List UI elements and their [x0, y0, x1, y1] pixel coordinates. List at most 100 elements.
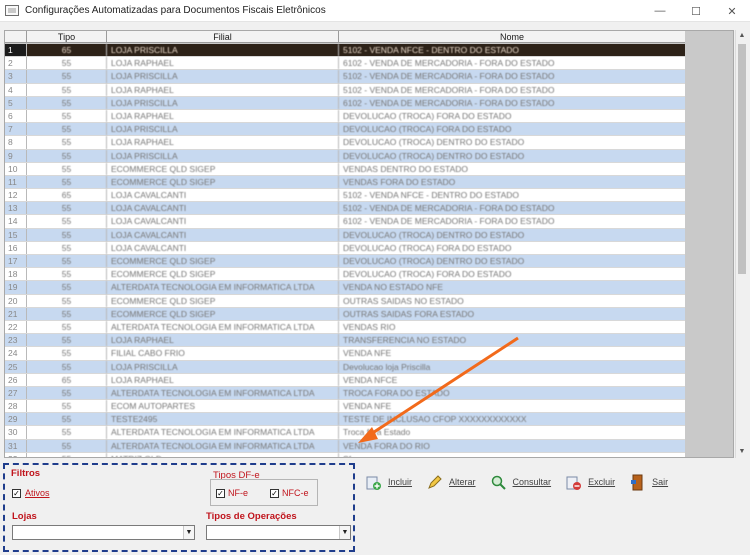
table-row[interactable]: 11 55 ECOMMERCE QLD SIGEP VENDAS FORA DO ES…: [5, 175, 685, 190]
minimize-button[interactable]: —: [642, 0, 678, 22]
row-number: 8: [5, 136, 27, 149]
column-header-nome[interactable]: Nome: [339, 31, 685, 42]
row-number: 27: [5, 386, 27, 400]
table-row[interactable]: 25 55 LOJA PRISCILLA Devolucao loja Priscil…: [5, 360, 685, 374]
chevron-down-icon[interactable]: ▼: [339, 526, 350, 539]
column-header-tipo[interactable]: Tipo: [27, 31, 107, 42]
scroll-up-icon[interactable]: ▲: [736, 30, 748, 42]
cell-filial: ECOMMERCE QLD SIGEP: [107, 255, 339, 268]
cell-nome: 5102 - VENDA DE MERCADORIA - FORA DO EST…: [343, 84, 555, 95]
nfe-checkbox[interactable]: ✓: [216, 489, 225, 498]
cell-nome: Devolucao loja Priscilla: [343, 361, 431, 372]
close-button[interactable]: ✕: [714, 0, 750, 22]
cell-nome: VENDA NFE: [343, 401, 392, 412]
table-row[interactable]: 19 55 ALTERDATA TECNOLOGIA EM INFORMATICA …: [5, 281, 685, 295]
lojas-select[interactable]: ▼: [12, 525, 195, 540]
consultar-button[interactable]: Consultar: [490, 470, 552, 494]
table-row[interactable]: 23 55 LOJA RAPHAEL TRANSFERENCIA NO ESTADO: [5, 334, 685, 348]
cell-tipo: 55: [27, 149, 107, 162]
row-number-header: [5, 31, 27, 42]
lojas-label: Lojas: [12, 511, 37, 522]
table-row[interactable]: 8 55 LOJA RAPHAEL DEVOLUCAO (TROCA) DENTRO …: [5, 136, 685, 150]
column-header-filial[interactable]: Filial: [107, 31, 339, 42]
table-row[interactable]: 14 55 LOJA CAVALCANTI 6102 - VENDA DE MERCA…: [5, 215, 685, 229]
chevron-down-icon[interactable]: ▼: [183, 526, 194, 539]
cell-filial: LOJA RAPHAEL: [107, 334, 339, 347]
table-row[interactable]: 29 55 TESTE2495 TESTE DE INCLUSAO CFOP XXXX…: [5, 413, 685, 427]
table-row[interactable]: 28 55 ECOM AUTOPARTES VENDA NFE: [5, 400, 685, 414]
cell-tipo: 55: [27, 241, 107, 254]
table-row[interactable]: 13 55 LOJA CAVALCANTI 5102 - VENDA DE MERCA…: [5, 202, 685, 216]
table-row[interactable]: 3 55 LOJA PRISCILLA 5102 - VENDA DE MERCADO…: [5, 70, 685, 84]
scroll-thumb[interactable]: [738, 44, 746, 274]
table-row[interactable]: 30 55 ALTERDATA TECNOLOGIA EM INFORMATICA …: [5, 426, 685, 440]
tipos-dfe-group: ✓ NF-e ✓ NFC-e: [210, 479, 318, 506]
table-row[interactable]: 22 55 ALTERDATA TECNOLOGIA EM INFORMATICA …: [5, 320, 685, 335]
row-number: 19: [5, 281, 27, 294]
table-row[interactable]: 27 55 ALTERDATA TECNOLOGIA EM INFORMATICA …: [5, 386, 685, 401]
table-row[interactable]: 10 55 ECOMMERCE QLD SIGEP VENDAS DENTRO DO …: [5, 162, 685, 176]
table-row[interactable]: 6 55 LOJA RAPHAEL DEVOLUCAO (TROCA) FORA DO…: [5, 109, 685, 124]
table-row[interactable]: 17 55 ECOMMERCE QLD SIGEP DEVOLUCAO (TROCA)…: [5, 255, 685, 269]
cell-tipo: 55: [27, 255, 107, 268]
cell-tipo: 55: [27, 70, 107, 83]
table-row[interactable]: 9 55 LOJA PRISCILLA DEVOLUCAO (TROCA) DENTR…: [5, 149, 685, 163]
cell-filial: LOJA PRISCILLA: [107, 96, 339, 109]
alterar-button[interactable]: Alterar: [426, 470, 476, 494]
row-number: 31: [5, 439, 27, 452]
table-row[interactable]: 21 55 ECOMMERCE QLD SIGEP OUTRAS SAIDAS FOR…: [5, 307, 685, 321]
cell-filial: LOJA PRISCILLA: [107, 149, 339, 162]
cell-tipo: 55: [27, 452, 107, 457]
row-number: 11: [5, 175, 27, 189]
cell-filial: ECOMMERCE QLD SIGEP: [107, 162, 339, 175]
excluir-button[interactable]: Excluir: [565, 470, 615, 494]
nfce-label[interactable]: NFC-e: [282, 488, 309, 498]
row-number: 17: [5, 255, 27, 268]
row-number: 16: [5, 241, 27, 254]
maximize-button[interactable]: ☐: [678, 0, 714, 22]
table-row[interactable]: 1 65 LOJA PRISCILLA 5102 - VENDA NFCE - DEN…: [5, 44, 685, 58]
delete-icon: [566, 476, 582, 490]
table-row[interactable]: 20 55 ECOMMERCE QLD SIGEP OUTRAS SAIDAS NO …: [5, 294, 685, 308]
cell-nome: VENDA FORA DO RIO: [343, 440, 430, 451]
incluir-button[interactable]: Incluir: [365, 470, 412, 494]
table-row[interactable]: 15 55 LOJA CAVALCANTI DEVOLUCAO (TROCA) DEN…: [5, 228, 685, 242]
nfce-checkbox[interactable]: ✓: [270, 489, 279, 498]
grid-vertical-scrollbar[interactable]: ▲ ▼: [735, 30, 747, 458]
table-row[interactable]: 4 55 LOJA RAPHAEL 5102 - VENDA DE MERCADORI…: [5, 83, 685, 97]
table-row[interactable]: 16 55 LOJA CAVALCANTI DEVOLUCAO (TROCA) FOR…: [5, 241, 685, 255]
operacoes-select[interactable]: ▼: [206, 525, 351, 540]
nfe-label[interactable]: NF-e: [228, 488, 248, 498]
ativos-label[interactable]: Ativos: [25, 488, 50, 498]
cell-tipo: 55: [27, 400, 107, 413]
scroll-down-icon[interactable]: ▼: [736, 446, 748, 458]
row-number: 26: [5, 373, 27, 386]
cell-nome: DEVOLUCAO (TROCA) DENTRO DO ESTADO: [343, 150, 525, 161]
table-row[interactable]: 7 55 LOJA PRISCILLA DEVOLUCAO (TROCA) FORA …: [5, 123, 685, 137]
exit-door-icon: [631, 474, 643, 490]
cell-tipo: 65: [27, 44, 107, 57]
table-row[interactable]: 3255MATRIZ QLDSfv: [5, 452, 685, 457]
configurations-grid[interactable]: Tipo Filial Nome 1 65 LOJA PRISCILLA 5102 -…: [4, 30, 734, 458]
incluir-label: Incluir: [388, 477, 413, 487]
table-row[interactable]: 26 65 LOJA RAPHAEL VENDA NFCE: [5, 373, 685, 387]
table-row[interactable]: 18 55 ECOMMERCE QLD SIGEP DEVOLUCAO (TROCA)…: [5, 268, 685, 282]
row-number: 28: [5, 400, 27, 413]
table-row[interactable]: 12 65 LOJA CAVALCANTI 5102 - VENDA NFCE - D…: [5, 189, 685, 203]
ativos-checkbox[interactable]: ✓: [12, 489, 21, 498]
grid-rows: 1 65 LOJA PRISCILLA 5102 - VENDA NFCE - DEN…: [5, 44, 685, 457]
cell-filial: LOJA PRISCILLA: [107, 123, 339, 136]
sair-button[interactable]: Sair: [629, 470, 668, 494]
row-number: 30: [5, 426, 27, 439]
table-row[interactable]: 2 55 LOJA RAPHAEL 6102 - VENDA DE MERCADORI…: [5, 57, 685, 71]
table-row[interactable]: 24 55 FILIAL CABO FRIO VENDA NFE: [5, 347, 685, 361]
consultar-label: Consultar: [512, 477, 552, 487]
cell-filial: LOJA CAVALCANTI: [107, 215, 339, 228]
cell-tipo: 55: [27, 57, 107, 70]
cell-filial: LOJA CAVALCANTI: [107, 241, 339, 254]
table-row[interactable]: 31 55 ALTERDATA TECNOLOGIA EM INFORMATICA …: [5, 439, 685, 453]
table-row[interactable]: 5 55 LOJA PRISCILLA 6102 - VENDA DE MERCADO…: [5, 96, 685, 110]
cell-filial: LOJA RAPHAEL: [107, 83, 339, 96]
cell-filial: LOJA PRISCILLA: [107, 44, 339, 57]
edit-icon: [428, 474, 442, 489]
